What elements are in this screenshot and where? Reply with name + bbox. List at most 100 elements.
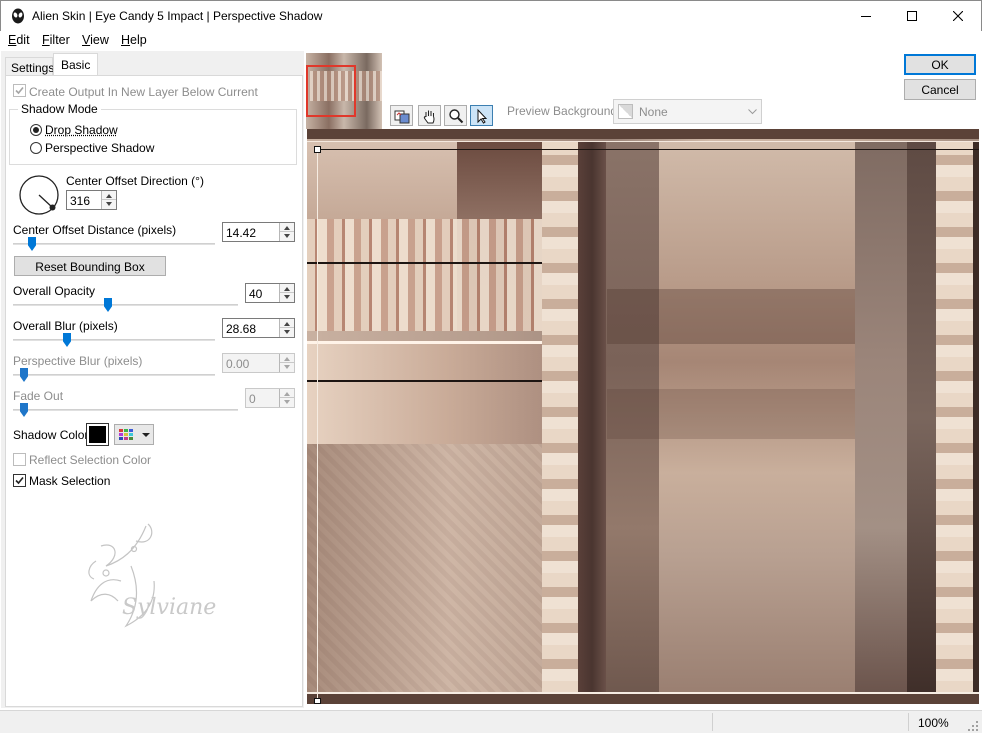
center-offset-distance-slider-track[interactable] [13, 243, 215, 245]
perspective-blur-slider-track[interactable] [13, 374, 215, 376]
fade-out-value: 0 [249, 392, 256, 406]
stepper-arrows[interactable] [279, 389, 294, 407]
center-offset-direction-stepper[interactable]: 316 [66, 190, 117, 210]
overall-opacity-slider-thumb[interactable] [104, 298, 112, 312]
pointer-arrow-icon [477, 108, 487, 124]
menu-filter-accel: F [42, 33, 50, 47]
color-grid-icon [119, 429, 133, 440]
zoom-level: 100% [918, 716, 949, 730]
bounding-box-handle[interactable] [314, 146, 321, 153]
checkbox-checked-icon [13, 474, 26, 487]
menu-help-label: elp [130, 33, 147, 47]
overall-opacity-slider-track[interactable] [13, 304, 238, 306]
preview-background-label: Preview Background: [507, 104, 621, 118]
preview-toggle-button[interactable] [390, 105, 413, 126]
fade-out-stepper[interactable]: 0 [245, 388, 295, 408]
minimize-button[interactable] [843, 1, 889, 31]
reflect-selection-checkbox[interactable] [13, 453, 26, 466]
menu-help[interactable]: Help [121, 33, 147, 47]
drop-shadow-radio[interactable] [30, 124, 42, 136]
close-icon [953, 11, 963, 21]
shadow-color-label: Shadow Color [13, 428, 89, 442]
mask-selection-label: Mask Selection [29, 474, 111, 488]
shadow-mode-legend: Shadow Mode [18, 102, 101, 116]
reset-bounding-box-button[interactable]: Reset Bounding Box [14, 256, 166, 276]
settings-panel: Settings Basic Create Output In New Laye… [1, 51, 304, 708]
fade-out-slider-track[interactable] [13, 409, 238, 411]
overall-opacity-stepper[interactable]: 40 [245, 283, 295, 303]
menu-view-label: iew [90, 33, 109, 47]
cancel-button[interactable]: Cancel [904, 79, 976, 100]
zoom-button[interactable] [444, 105, 467, 126]
perspective-shadow-label[interactable]: Perspective Shadow [45, 141, 154, 155]
stepper-arrows[interactable] [279, 319, 294, 337]
menu-view-accel: V [82, 33, 91, 47]
stepper-arrows[interactable] [101, 191, 116, 209]
close-button[interactable] [935, 1, 981, 31]
menu-bar: Edit Filter View Help [1, 31, 981, 51]
preview-canvas[interactable] [307, 129, 979, 704]
overall-blur-stepper[interactable]: 28.68 [222, 318, 295, 338]
zoom-icon [448, 108, 463, 123]
menu-filter[interactable]: Filter [42, 33, 70, 47]
stepper-arrows[interactable] [279, 223, 294, 241]
overall-blur-slider-thumb[interactable] [63, 333, 71, 347]
center-offset-distance-slider-thumb[interactable] [28, 237, 36, 251]
mask-selection-checkbox[interactable] [13, 474, 26, 490]
hand-pan-button[interactable] [418, 105, 441, 126]
preview-toggle-icon [394, 110, 409, 123]
fade-out-slider-thumb[interactable] [20, 403, 28, 417]
shadow-color-fill [89, 426, 106, 443]
resize-grip-icon[interactable] [968, 721, 979, 732]
status-bar: 100% [0, 710, 982, 733]
menu-filter-label: ilter [49, 33, 70, 47]
preview-background-swatch [618, 104, 633, 119]
chevron-down-icon [142, 433, 150, 437]
overall-blur-label: Overall Blur (pixels) [13, 319, 118, 333]
watermark-text: Sylviane [122, 595, 216, 620]
perspective-blur-label: Perspective Blur (pixels) [13, 354, 143, 368]
sylviane-watermark: Sylviane [88, 523, 216, 628]
minimize-icon [861, 16, 871, 17]
direction-dial[interactable] [18, 174, 60, 216]
checkbox-checked-icon [13, 84, 26, 97]
overall-opacity-value: 40 [249, 287, 263, 301]
ok-button[interactable]: OK [904, 54, 976, 75]
navigator-viewport-box[interactable] [306, 65, 356, 117]
perspective-blur-stepper[interactable]: 0.00 [222, 353, 295, 373]
menu-edit-label: dit [16, 33, 30, 47]
overall-blur-value: 28.68 [226, 322, 257, 336]
preview-background-dropdown[interactable]: None [613, 99, 762, 124]
drop-shadow-label[interactable]: Drop Shadow [45, 123, 118, 137]
menu-edit[interactable]: Edit [8, 33, 30, 47]
overall-opacity-label: Overall Opacity [13, 284, 96, 298]
alien-skin-app-icon [12, 8, 24, 24]
menu-help-accel: H [121, 33, 131, 47]
create-output-checkbox[interactable] [13, 84, 26, 100]
stepper-arrows[interactable] [279, 354, 294, 372]
tab-settings[interactable]: Settings [5, 57, 54, 76]
hand-pan-icon [423, 110, 435, 123]
maximize-button[interactable] [889, 1, 935, 31]
shadow-color-swatch[interactable] [86, 423, 109, 446]
color-picker-dropdown[interactable] [114, 424, 154, 445]
title-bar: Alien Skin | Eye Candy 5 Impact | Perspe… [0, 0, 982, 31]
tab-basic[interactable]: Basic [53, 53, 98, 76]
reflect-selection-label: Reflect Selection Color [29, 453, 152, 467]
center-offset-distance-stepper[interactable]: 14.42 [222, 222, 295, 242]
stepper-arrows[interactable] [279, 284, 294, 302]
bounding-box-handle[interactable] [314, 698, 321, 704]
create-output-label: Create Output In New Layer Below Current [29, 85, 258, 99]
overall-blur-slider-track[interactable] [13, 339, 215, 341]
pointer-tool-button[interactable] [470, 105, 493, 126]
center-offset-distance-value: 14.42 [226, 226, 257, 240]
perspective-shadow-radio[interactable] [30, 142, 42, 154]
center-offset-direction-label: Center Offset Direction (°) [66, 174, 204, 188]
window-title: Alien Skin | Eye Candy 5 Impact | Perspe… [32, 9, 323, 23]
perspective-blur-value: 0.00 [226, 357, 250, 371]
basic-tab-body: Create Output In New Layer Below Current… [5, 75, 303, 707]
chevron-down-icon [748, 109, 757, 115]
perspective-blur-slider-thumb[interactable] [20, 368, 28, 382]
navigator-thumbnail[interactable] [306, 53, 382, 129]
menu-view[interactable]: View [82, 33, 109, 47]
